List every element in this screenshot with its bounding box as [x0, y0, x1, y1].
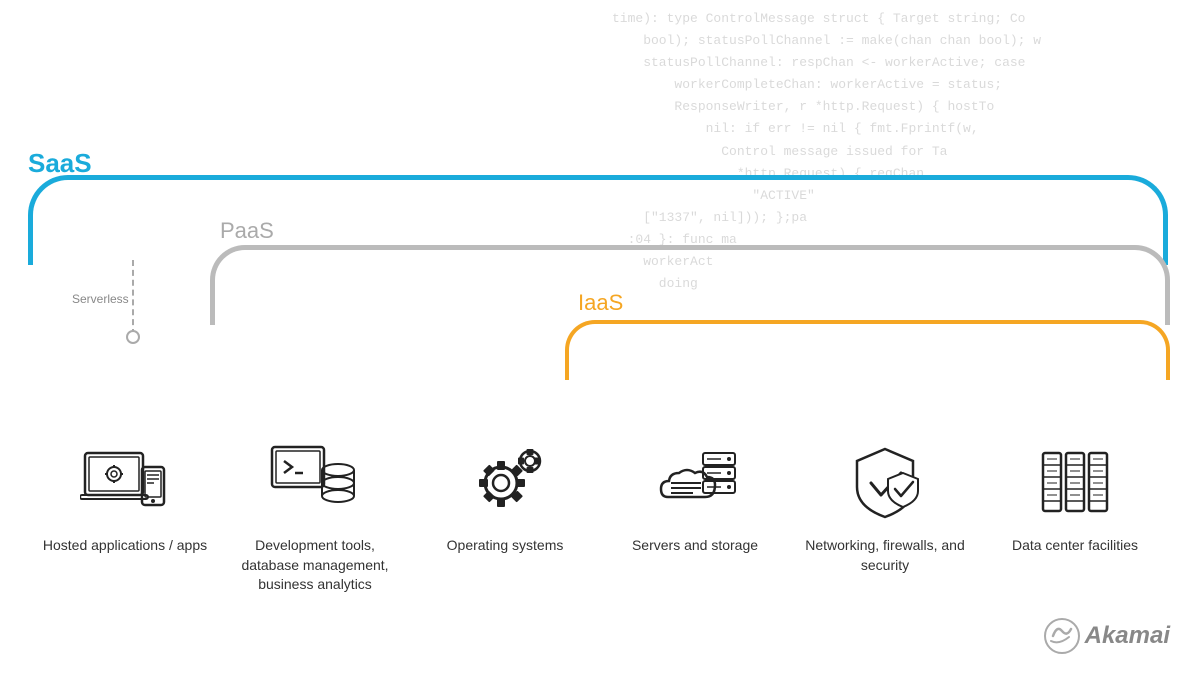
- item-networking: Networking, firewalls, and security: [800, 442, 970, 575]
- item-hosted-apps-label: Hosted applications / apps: [43, 536, 207, 556]
- item-servers: Servers and storage: [610, 442, 780, 556]
- item-os-label: Operating systems: [447, 536, 564, 556]
- datacenter-icon: [1030, 442, 1120, 522]
- saas-label: SaaS: [28, 148, 92, 179]
- item-dev-tools: Development tools, database management, …: [230, 442, 400, 595]
- item-servers-label: Servers and storage: [632, 536, 758, 556]
- iaas-label: IaaS: [578, 290, 623, 316]
- akamai-logo-icon: [1043, 617, 1081, 655]
- items-row: Hosted applications / apps: [30, 442, 1170, 595]
- item-datacenter-label: Data center facilities: [1012, 536, 1138, 556]
- item-os: Operating systems: [420, 442, 590, 556]
- item-datacenter: Data center facilities: [990, 442, 1160, 556]
- serverless-dashed-line: [132, 260, 134, 335]
- item-networking-label: Networking, firewalls, and security: [800, 536, 970, 575]
- database-code-icon: [270, 442, 360, 522]
- paas-arc: [210, 245, 1170, 325]
- item-dev-tools-label: Development tools, database management, …: [230, 536, 400, 595]
- saas-arc: [28, 175, 1168, 265]
- iaas-arc: [565, 320, 1170, 380]
- serverless-circle: [126, 330, 140, 344]
- laptop-phone-icon: [80, 442, 170, 522]
- akamai-logo-text: Akamai: [1085, 622, 1170, 650]
- shield-check-icon: [840, 442, 930, 522]
- server-stack-icon: [650, 442, 740, 522]
- item-hosted-apps: Hosted applications / apps: [40, 442, 210, 556]
- gear-icon: [460, 442, 550, 522]
- main-content: SaaS PaaS IaaS Serverless: [0, 0, 1200, 675]
- paas-label: PaaS: [220, 218, 274, 244]
- serverless-label: Serverless: [72, 292, 129, 306]
- akamai-logo: Akamai: [1043, 617, 1170, 655]
